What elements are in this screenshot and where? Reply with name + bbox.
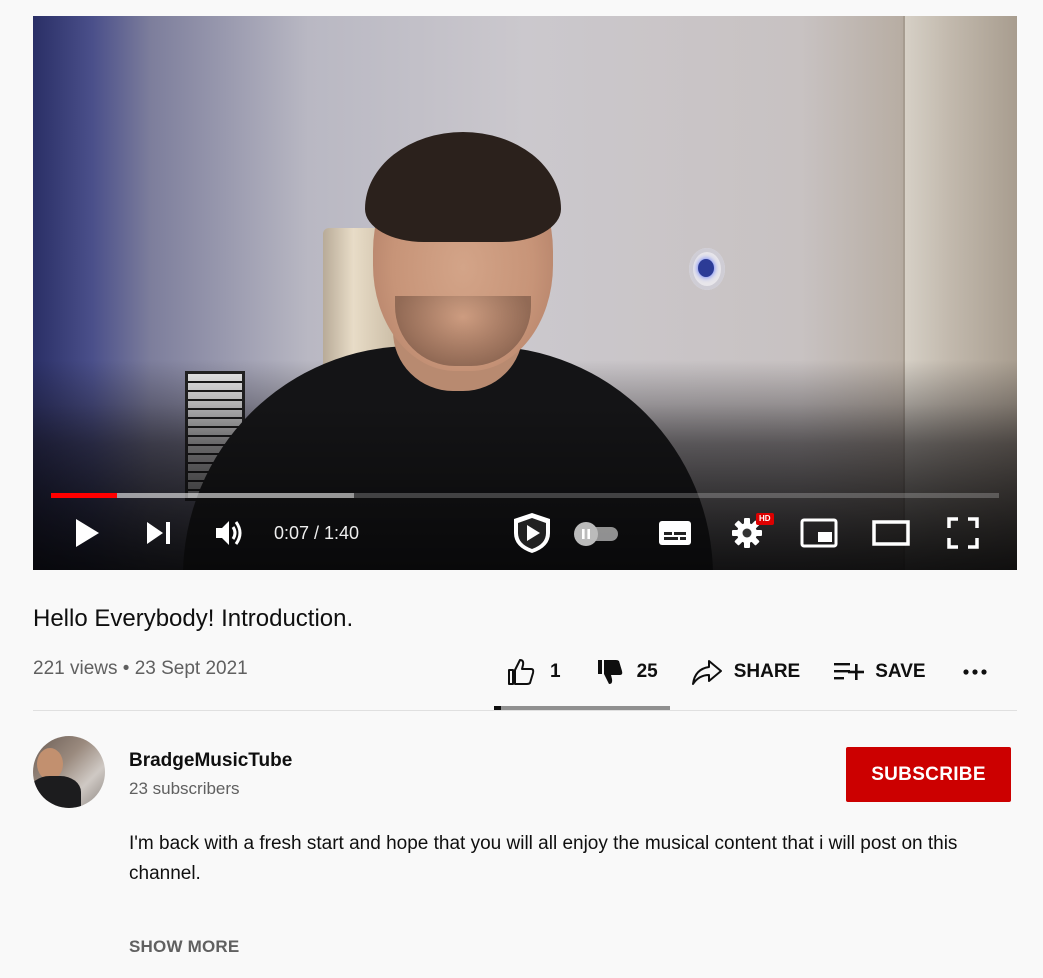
subtitles-button[interactable]: [655, 513, 695, 553]
thumbs-up-icon: [508, 659, 535, 685]
save-button[interactable]: SAVE: [833, 648, 926, 696]
share-button[interactable]: SHARE: [691, 648, 801, 696]
video-player[interactable]: 0:07 / 1:40 HD: [33, 16, 1017, 570]
video-title: Hello Everybody! Introduction.: [33, 605, 354, 632]
more-actions-button[interactable]: [962, 648, 990, 696]
volume-button[interactable]: [209, 513, 249, 553]
miniplayer-button[interactable]: [799, 513, 839, 553]
dislike-button[interactable]: 25: [595, 648, 658, 696]
share-icon: [691, 660, 722, 685]
fullscreen-button[interactable]: [943, 513, 983, 553]
add-to-playlist-icon: [834, 663, 865, 680]
play-button[interactable]: [67, 513, 107, 553]
fullscreen-icon: [947, 517, 979, 549]
controls-gradient: [33, 16, 1017, 570]
save-label: SAVE: [875, 661, 926, 682]
video-description: I'm back with a fresh start and hope tha…: [129, 833, 958, 884]
miniplayer-icon: [800, 518, 838, 548]
progress-bar[interactable]: [51, 493, 999, 498]
thumbs-down-icon: [597, 660, 622, 684]
divider: [33, 710, 1017, 711]
autoplay-toggle-icon: [574, 522, 618, 546]
next-button[interactable]: [139, 513, 179, 553]
hd-badge: HD: [756, 513, 774, 525]
channel-watermark[interactable]: [509, 513, 555, 553]
progress-played: [51, 493, 118, 498]
show-more-button[interactable]: SHOW MORE: [129, 934, 239, 960]
video-meta: 221 views • 23 Sept 2021: [33, 658, 248, 679]
share-label: SHARE: [733, 661, 801, 682]
channel-avatar[interactable]: [33, 736, 105, 808]
dislike-count: 25: [636, 661, 658, 682]
theater-mode-button[interactable]: [869, 513, 913, 553]
time-display: 0:07 / 1:40: [274, 523, 360, 543]
video-actions: 1 25 SHARE SAVE: [494, 648, 990, 696]
subscriber-count: 23 subscribers: [129, 779, 240, 798]
volume-icon: [216, 521, 242, 545]
theater-mode-icon: [872, 520, 910, 546]
like-count: 1: [550, 661, 561, 682]
subtitles-icon: [659, 521, 691, 545]
play-icon: [76, 519, 99, 547]
like-button[interactable]: 1: [506, 648, 561, 696]
next-icon: [147, 522, 170, 544]
subscribe-button[interactable]: SUBSCRIBE: [846, 747, 1011, 802]
autoplay-toggle[interactable]: [571, 513, 623, 553]
more-icon: [962, 669, 987, 675]
channel-watermark-icon: [514, 513, 550, 553]
channel-name[interactable]: BradgeMusicTube: [129, 748, 292, 774]
